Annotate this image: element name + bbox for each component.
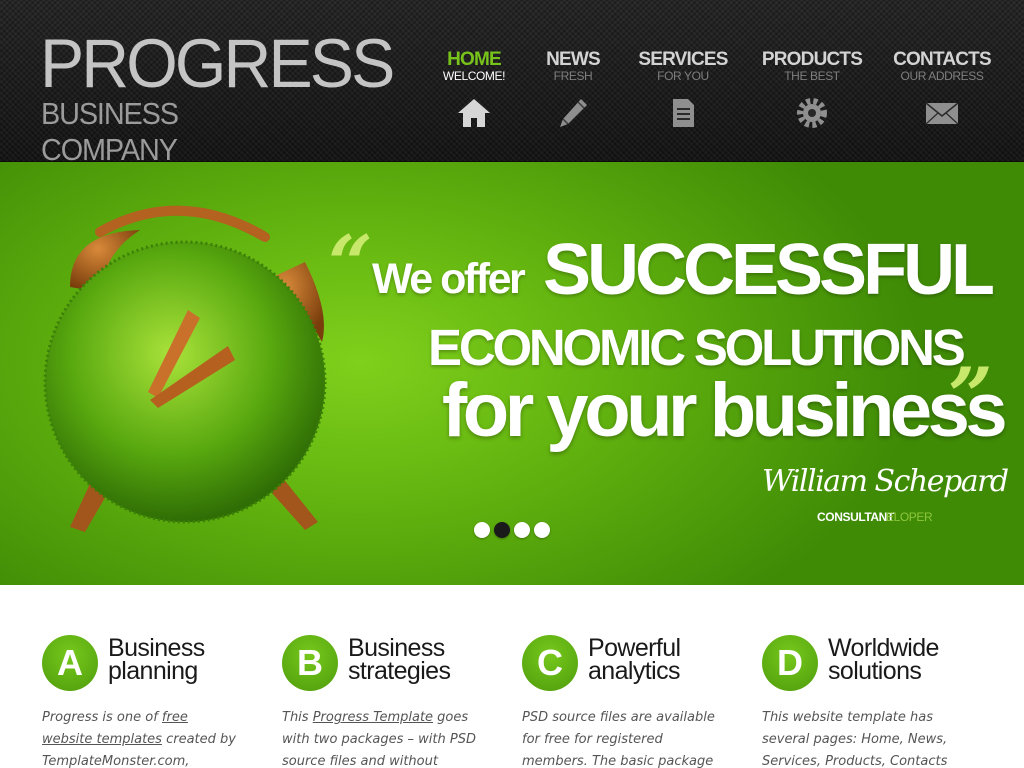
feature-title-line2: solutions — [828, 657, 922, 685]
home-icon — [456, 96, 492, 130]
nav-item-products[interactable]: PRODUCTS THE BEST — [747, 48, 877, 138]
quote-author-role-ghost: ELOPER — [886, 510, 933, 524]
feature-badge-d: D — [762, 635, 818, 691]
slogan-for-your-business: for your business — [442, 368, 1008, 453]
feature-title: Worldwide solutions — [828, 636, 988, 685]
feature-text: PSD source files are available for free … — [522, 710, 715, 768]
feature-text: This website template has several pages:… — [762, 710, 948, 768]
feature-title: Business planning — [108, 636, 268, 685]
feature-badge-b: B — [282, 635, 338, 691]
quote-close-mark: ” — [948, 351, 993, 442]
feature-title-line2: analytics — [588, 657, 680, 685]
feature-text: Progress is one of free website template… — [42, 707, 242, 768]
feature-title-line2: planning — [108, 657, 198, 685]
slider-pagination — [474, 522, 554, 538]
gear-icon — [794, 96, 830, 130]
feature-badge-a: A — [42, 635, 98, 691]
document-icon — [665, 96, 701, 130]
website-templates-link[interactable]: website templates — [42, 732, 162, 747]
quote-author-role: CONSULTANT — [817, 510, 894, 524]
slider-dot-3[interactable] — [514, 522, 530, 538]
feature-title-line2: strategies — [348, 657, 451, 685]
features-section: A Business planning Progress is one of f… — [0, 585, 1024, 768]
main-nav: HOME WELCOME! NEWS FRESH SERVICES FOR YO… — [0, 48, 1024, 138]
progress-template-link[interactable]: Progress Template — [313, 710, 433, 725]
feature-text-part: Progress is one of — [42, 710, 162, 725]
quote-author-signature: William Schepard — [762, 464, 1009, 499]
hero-slider: “ We offer SUCCESSFUL ECONOMIC SOLUTIONS… — [0, 162, 1024, 585]
slogan-successful: SUCCESSFUL — [543, 230, 995, 310]
feature-title: Business strategies — [348, 636, 508, 685]
feature-badge-c: C — [522, 635, 578, 691]
slogan-we-offer: We offer — [372, 255, 526, 303]
envelope-icon — [924, 96, 960, 130]
slider-dot-2[interactable] — [494, 522, 510, 538]
feature-text: This Progress Template goes with two pac… — [282, 707, 482, 768]
grass-alarm-clock-image — [30, 192, 350, 552]
pencil-icon — [555, 96, 591, 130]
slider-dot-4[interactable] — [534, 522, 550, 538]
feature-text-part: This — [282, 710, 313, 725]
nav-item-services[interactable]: SERVICES FOR YOU — [618, 48, 748, 138]
site-header: PROGRESS BUSINESS COMPANY HOME WELCOME! … — [0, 0, 1024, 167]
quote-open-mark: “ — [328, 219, 373, 310]
slider-dot-1[interactable] — [474, 522, 490, 538]
nav-item-contacts[interactable]: CONTACTS OUR ADDRESS — [877, 48, 1007, 138]
free-link[interactable]: free — [162, 710, 188, 725]
feature-title: Powerful analytics — [588, 636, 748, 685]
